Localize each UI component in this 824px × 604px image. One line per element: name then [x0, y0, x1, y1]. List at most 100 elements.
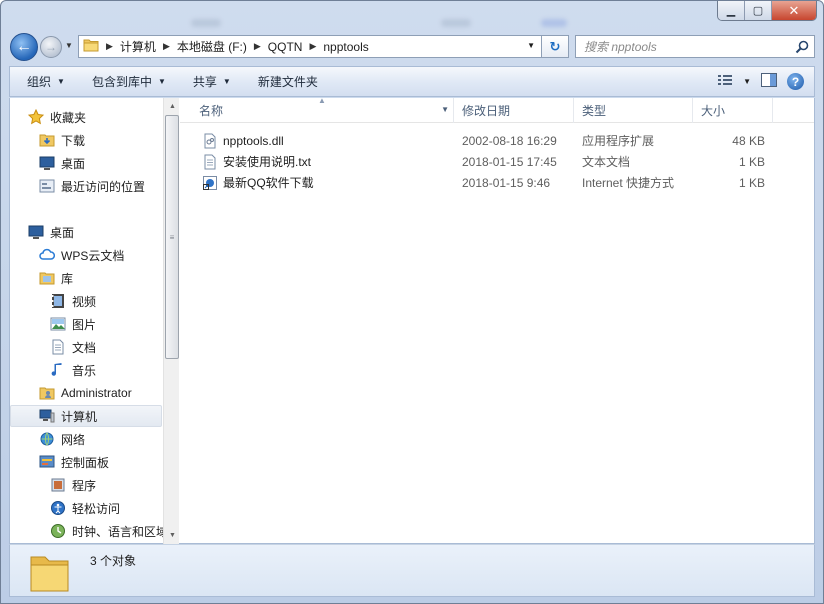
nav-control-panel[interactable]: 控制面板	[39, 451, 109, 473]
address-bar[interactable]: ▶ 计算机 ▶ 本地磁盘 (F:) ▶ QQTN ▶ npptools ▼	[78, 35, 542, 58]
close-icon: ✕	[788, 2, 800, 18]
help-button[interactable]: ?	[787, 73, 804, 90]
nav-label: 计算机	[61, 409, 98, 424]
help-icon: ?	[791, 74, 800, 89]
nav-label: WPS云文档	[61, 248, 125, 263]
window-controls: ▁ ▢ ✕	[717, 1, 817, 21]
column-label: 修改日期	[462, 104, 511, 118]
navigation-bar: ← → ▼ ▶ 计算机 ▶ 本地磁盘 (F:) ▶ QQTN ▶ npptool…	[1, 31, 823, 63]
column-label: 大小	[701, 104, 726, 118]
file-size: 48 KB	[732, 133, 765, 148]
grip-icon: ≡	[169, 232, 175, 242]
chevron-down-icon: ▼	[57, 77, 65, 86]
preview-pane-button[interactable]	[761, 73, 777, 90]
nav-favorites[interactable]: 收藏夹	[28, 106, 86, 128]
minimize-icon: ▁	[726, 5, 736, 17]
folder-icon	[83, 38, 99, 55]
nav-desktop-favorite[interactable]: 桌面	[39, 152, 85, 174]
file-date: 2018-01-15 17:45	[462, 154, 557, 169]
column-header-date[interactable]: 修改日期	[454, 98, 574, 123]
breadcrumb-npptools[interactable]: npptools	[323, 40, 368, 54]
clock-globe-icon	[51, 524, 65, 538]
scroll-down-icon[interactable]: ▼	[164, 527, 179, 544]
chevron-right-icon[interactable]: ▶	[309, 41, 316, 52]
breadcrumb-qqtn[interactable]: QQTN	[268, 40, 303, 54]
table-row[interactable]: 最新QQ软件下载 2018-01-15 9:46 Internet 快捷方式 1…	[180, 172, 814, 193]
file-type: 应用程序扩展	[582, 134, 655, 148]
chevron-right-icon[interactable]: ▶	[254, 41, 261, 52]
include-in-library-button[interactable]: 包含到库中 ▼	[75, 73, 176, 90]
file-name: npptools.dll	[223, 133, 284, 148]
nav-recent-places[interactable]: 最近访问的位置	[39, 175, 145, 197]
organize-button[interactable]: 组织 ▼	[10, 73, 75, 90]
refresh-button[interactable]: ↻	[542, 35, 569, 58]
file-date: 2018-01-15 9:46	[462, 175, 551, 190]
nav-clock-language-region[interactable]: 时钟、语言和区域	[50, 520, 168, 542]
nav-programs[interactable]: 程序	[50, 474, 96, 496]
address-dropdown[interactable]: ▼	[527, 41, 535, 50]
column-header-size[interactable]: 大小	[693, 98, 773, 123]
view-options-button[interactable]	[717, 74, 733, 89]
nav-label: 时钟、语言和区域	[72, 524, 169, 539]
item-count: 3 个对象	[90, 554, 137, 568]
file-size: 1 KB	[738, 175, 765, 190]
scroll-thumb[interactable]: ≡	[165, 115, 179, 359]
nav-documents[interactable]: 文档	[50, 336, 96, 358]
minimize-button[interactable]: ▁	[718, 1, 745, 20]
chevron-right-icon[interactable]: ▶	[163, 41, 170, 52]
chevron-down-icon[interactable]: ▼	[441, 105, 449, 114]
scroll-up-icon[interactable]: ▲	[164, 98, 179, 115]
dll-file-icon	[204, 133, 216, 148]
file-type: Internet 快捷方式	[582, 176, 675, 190]
breadcrumb: ▶ 计算机 ▶ 本地磁盘 (F:) ▶ QQTN ▶ npptools	[99, 38, 369, 55]
nav-administrator[interactable]: Administrator	[39, 382, 132, 404]
search-icon[interactable]	[795, 40, 809, 57]
star-icon	[28, 109, 44, 125]
explorer-window: ▁ ▢ ✕ ← → ▼ ▶ 计算机 ▶ 本地磁盘 (F:) ▶ QQTN ▶ n…	[0, 0, 824, 604]
search-input[interactable]	[584, 39, 784, 54]
nav-videos[interactable]: 视频	[50, 290, 96, 312]
nav-label: 程序	[72, 478, 97, 493]
details-view-icon	[718, 75, 733, 85]
nav-pictures[interactable]: 图片	[50, 313, 96, 335]
nav-label: 文档	[72, 340, 97, 355]
nav-computer[interactable]: 计算机	[10, 405, 162, 427]
breadcrumb-computer[interactable]: 计算机	[120, 38, 156, 55]
file-date: 2002-08-18 16:29	[462, 133, 557, 148]
history-dropdown[interactable]: ▼	[65, 41, 73, 50]
nav-library[interactable]: 库	[39, 267, 73, 289]
table-row[interactable]: npptools.dll 2002-08-18 16:29 应用程序扩展 48 …	[180, 130, 814, 151]
new-folder-label: 新建文件夹	[257, 75, 318, 89]
share-button[interactable]: 共享 ▼	[176, 73, 241, 90]
nav-wps-cloud[interactable]: WPS云文档	[39, 244, 124, 266]
nav-ease-of-access[interactable]: 轻松访问	[50, 497, 120, 519]
chevron-right-icon[interactable]: ▶	[106, 41, 113, 52]
file-size: 1 KB	[738, 154, 765, 169]
nav-desktop[interactable]: 桌面	[28, 221, 74, 243]
downloads-icon	[39, 134, 55, 147]
table-row[interactable]: 安装使用说明.txt 2018-01-15 17:45 文本文档 1 KB	[180, 151, 814, 172]
file-list-pane: ▲ 名称 ▼ 修改日期 类型 大小 npptools.dll 2002-08-1…	[180, 96, 814, 544]
internet-shortcut-icon	[203, 175, 217, 190]
nav-downloads[interactable]: 下载	[39, 129, 85, 151]
blurred-title	[191, 19, 221, 27]
nav-network[interactable]: 网络	[39, 428, 85, 450]
column-header-type[interactable]: 类型	[574, 98, 693, 123]
close-button[interactable]: ✕	[772, 1, 816, 20]
breadcrumb-drive[interactable]: 本地磁盘 (F:)	[177, 38, 247, 55]
nav-label: 收藏夹	[50, 110, 87, 125]
back-button[interactable]: ←	[10, 33, 38, 61]
column-header-name[interactable]: ▲ 名称 ▼	[180, 96, 454, 123]
forward-button[interactable]: →	[40, 36, 62, 58]
new-folder-button[interactable]: 新建文件夹	[241, 73, 328, 90]
nav-music[interactable]: 音乐	[50, 359, 96, 381]
include-in-library-label: 包含到库中	[91, 75, 152, 89]
column-label: 类型	[582, 104, 607, 118]
desktop-icon	[28, 225, 44, 239]
maximize-button[interactable]: ▢	[745, 1, 772, 20]
nav-label: 音乐	[72, 363, 97, 378]
preview-pane-icon	[761, 73, 777, 87]
nav-scrollbar[interactable]: ▲ ≡ ▼	[163, 98, 179, 544]
documents-icon	[52, 339, 64, 355]
view-dropdown[interactable]: ▼	[743, 77, 751, 86]
